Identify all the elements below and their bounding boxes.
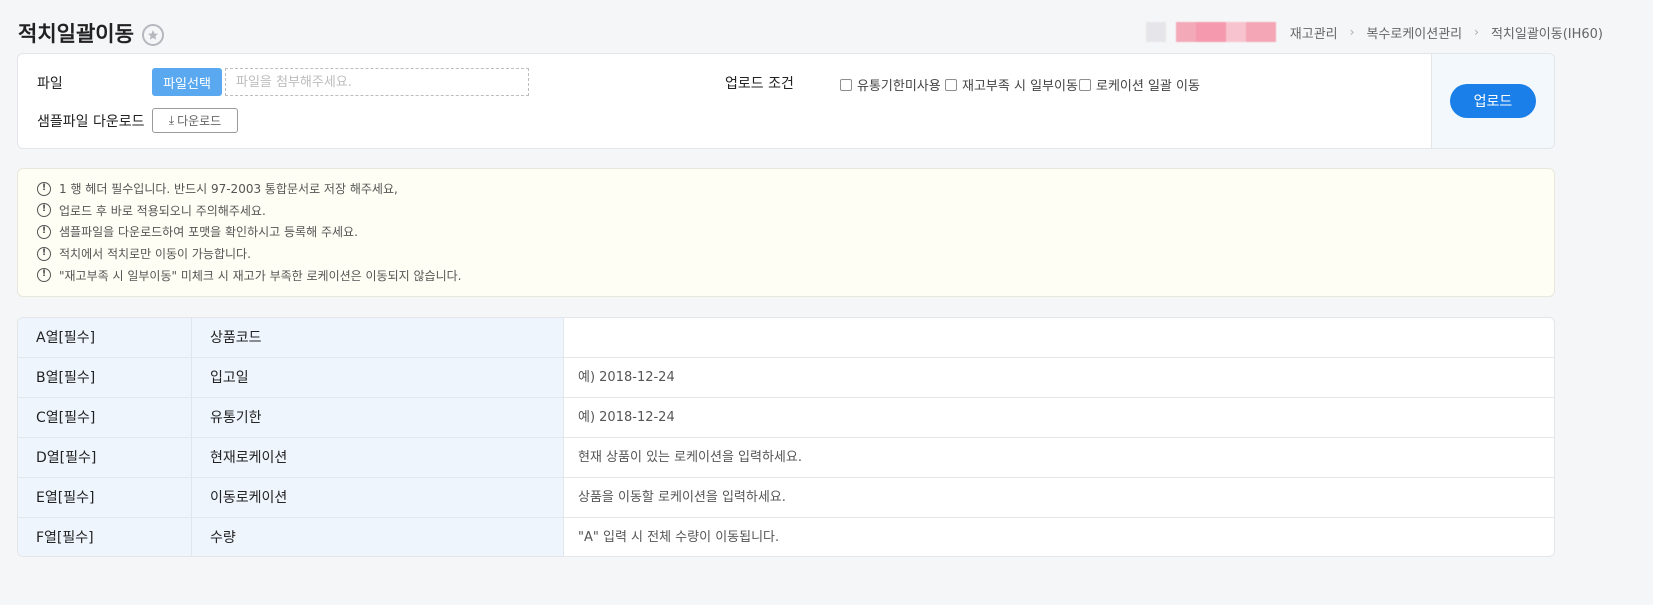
exclamation-circle-icon: !	[37, 268, 51, 283]
exclamation-circle-icon: !	[37, 181, 51, 196]
exclamation-circle-icon: !	[37, 246, 51, 261]
notice-item: ! 샘플파일을 다운로드하여 포맷을 확인하시고 등록해 주세요.	[18, 221, 1554, 243]
breadcrumb-item-multi-location[interactable]: 복수로케이션관리	[1366, 23, 1462, 42]
condition-no-expiry[interactable]: 유통기한미사용	[840, 75, 941, 94]
table-row: C열[필수] 유통기한 예) 2018-12-24	[18, 398, 1554, 438]
condition-no-expiry-label: 유통기한미사용	[857, 79, 941, 94]
exclamation-circle-icon: !	[37, 203, 51, 218]
column-name-cell: 상품코드	[192, 318, 564, 357]
notice-item: ! "재고부족 시 일부이동" 미체크 시 재고가 부족한 로케이션은 이동되지…	[18, 264, 1554, 286]
table-row: F열[필수] 수량 "A" 입력 시 전체 수량이 이동됩니다.	[18, 518, 1554, 556]
breadcrumb: 재고관리 › 복수로케이션관리 › 적치일괄이동(IH60)	[1145, 22, 1603, 42]
column-desc-cell: "A" 입력 시 전체 수량이 이동됩니다.	[564, 518, 1554, 556]
breadcrumb-item-stock[interactable]: 재고관리	[1290, 23, 1338, 42]
notice-item: ! 업로드 후 바로 적용되오니 주의해주세요.	[18, 200, 1554, 222]
column-name-cell: 유통기한	[192, 398, 564, 437]
chevron-right-icon: ›	[1349, 25, 1355, 39]
column-name-cell: 입고일	[192, 358, 564, 397]
notice-item: ! 1 행 헤더 필수입니다. 반드시 97-2003 통합문서로 저장 해주세…	[18, 178, 1554, 200]
upload-action-area: 업로드	[1431, 54, 1554, 148]
page-title: 적치일괄이동	[18, 18, 164, 48]
column-name-cell: 수량	[192, 518, 564, 556]
checkbox-partial-move[interactable]	[945, 78, 957, 91]
checkbox-bulk-location[interactable]	[1079, 78, 1091, 91]
column-letter-cell: B열[필수]	[18, 358, 192, 397]
download-icon: ⤓	[168, 113, 175, 127]
file-select-button[interactable]: 파일선택	[152, 68, 222, 96]
condition-partial-move-label: 재고부족 시 일부이동	[962, 79, 1078, 94]
page-title-text: 적치일괄이동	[18, 22, 134, 46]
sample-download-button[interactable]: ⤓ 다운로드	[152, 108, 238, 133]
table-row: B열[필수] 입고일 예) 2018-12-24	[18, 358, 1554, 398]
table-row: A열[필수] 상품코드	[18, 318, 1554, 358]
file-label: 파일	[37, 76, 63, 92]
column-letter-cell: A열[필수]	[18, 318, 192, 357]
table-row: E열[필수] 이동로케이션 상품을 이동할 로케이션을 입력하세요.	[18, 478, 1554, 518]
notice-panel: ! 1 행 헤더 필수입니다. 반드시 97-2003 통합문서로 저장 해주세…	[17, 168, 1555, 297]
column-desc-cell	[564, 318, 1554, 357]
download-button-label: 다운로드	[177, 114, 222, 128]
notice-text: 샘플파일을 다운로드하여 포맷을 확인하시고 등록해 주세요.	[59, 225, 358, 240]
notice-text: 업로드 후 바로 적용되오니 주의해주세요.	[59, 203, 266, 218]
notice-text: "재고부족 시 일부이동" 미체크 시 재고가 부족한 로케이션은 이동되지 않…	[59, 268, 462, 283]
file-path-input[interactable]	[225, 68, 529, 96]
column-desc-cell: 예) 2018-12-24	[564, 358, 1554, 397]
exclamation-circle-icon: !	[37, 224, 51, 239]
notice-item: ! 적치에서 적치로만 이동이 가능합니다.	[18, 243, 1554, 265]
column-name-cell: 현재로케이션	[192, 438, 564, 477]
upload-condition-label: 업로드 조건	[725, 76, 794, 92]
column-desc-cell: 현재 상품이 있는 로케이션을 입력하세요.	[564, 438, 1554, 477]
column-letter-cell: E열[필수]	[18, 478, 192, 517]
breadcrumb-item-current: 적치일괄이동(IH60)	[1490, 26, 1603, 42]
notice-text: 적치에서 적치로만 이동이 가능합니다.	[59, 247, 251, 262]
user-info-redacted	[1145, 22, 1276, 42]
favorite-star-icon[interactable]	[141, 23, 164, 46]
upload-button[interactable]: 업로드	[1450, 84, 1536, 118]
chevron-right-icon: ›	[1474, 25, 1479, 39]
condition-bulk-location-label: 로케이션 일괄 이동	[1096, 79, 1200, 94]
column-letter-cell: D열[필수]	[18, 438, 192, 477]
upload-panel: 파일 파일선택 샘플파일 다운로드 ⤓ 다운로드 업로드 조건 유통기한미사용 …	[17, 53, 1555, 149]
sample-file-label: 샘플파일 다운로드	[37, 114, 145, 130]
checkbox-no-expiry[interactable]	[840, 78, 852, 91]
condition-bulk-location[interactable]: 로케이션 일괄 이동	[1079, 75, 1200, 94]
column-desc-cell: 예) 2018-12-24	[564, 398, 1554, 437]
condition-partial-move[interactable]: 재고부족 시 일부이동	[945, 75, 1078, 94]
column-letter-cell: F열[필수]	[18, 518, 192, 556]
column-name-cell: 이동로케이션	[192, 478, 564, 517]
column-format-table: A열[필수] 상품코드 B열[필수] 입고일 예) 2018-12-24 C열[…	[17, 317, 1555, 557]
table-row: D열[필수] 현재로케이션 현재 상품이 있는 로케이션을 입력하세요.	[18, 438, 1554, 478]
notice-text: 1 행 헤더 필수입니다. 반드시 97-2003 통합문서로 저장 해주세요,	[59, 182, 398, 197]
column-desc-cell: 상품을 이동할 로케이션을 입력하세요.	[564, 478, 1554, 517]
column-letter-cell: C열[필수]	[18, 398, 192, 437]
